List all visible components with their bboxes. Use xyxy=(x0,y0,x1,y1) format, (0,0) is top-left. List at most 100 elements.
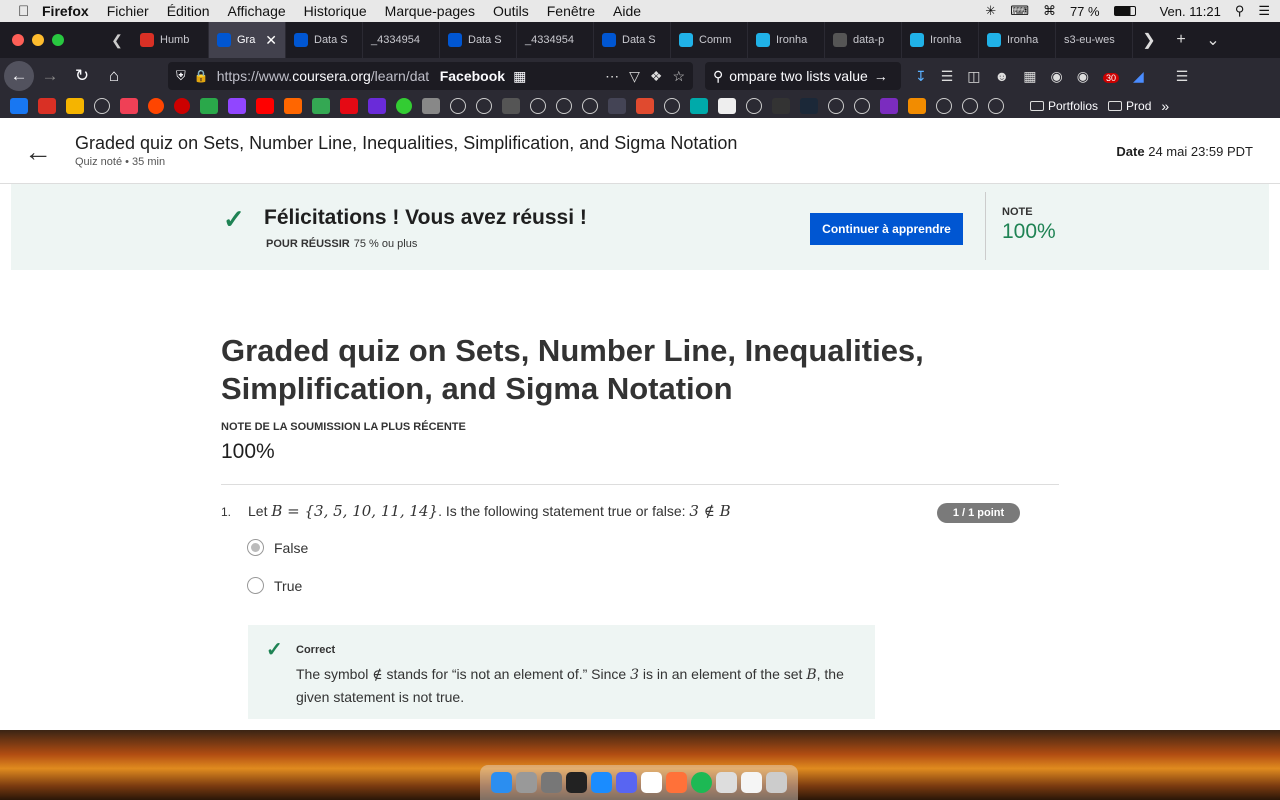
bookmark-folder-prod[interactable]: Prod xyxy=(1108,99,1151,113)
sidebar-icon[interactable]: ◫ xyxy=(967,68,980,85)
option-true[interactable]: True xyxy=(247,577,302,594)
close-window-button[interactable] xyxy=(12,34,24,46)
bookmark-globe-icon[interactable] xyxy=(582,98,598,114)
search-go-icon[interactable]: → xyxy=(874,68,888,84)
extension-grid-icon[interactable]: ▦ xyxy=(1023,68,1036,85)
bookmark-globe-icon[interactable] xyxy=(962,98,978,114)
search-bar[interactable]: ⚲ ompare two lists value → xyxy=(705,62,901,90)
bookmark-globe-icon[interactable] xyxy=(746,98,762,114)
browser-tab[interactable]: Data S xyxy=(286,22,363,58)
search-input[interactable]: ompare two lists value xyxy=(729,68,868,84)
forward-button[interactable]: → xyxy=(34,60,66,92)
menu-app-name[interactable]: Firefox xyxy=(42,3,89,19)
ublock-icon[interactable]: 30 xyxy=(1102,68,1119,84)
menu-fenetre[interactable]: Fenêtre xyxy=(547,3,595,19)
bookmark-pocket-icon[interactable] xyxy=(120,98,138,114)
menu-fichier[interactable]: Fichier xyxy=(107,3,149,19)
bookmark-globe-icon[interactable] xyxy=(556,98,572,114)
spotify-icon[interactable] xyxy=(691,772,712,793)
minimize-window-button[interactable] xyxy=(32,34,44,46)
bookmark-dark-icon[interactable] xyxy=(772,98,790,114)
extension-icon[interactable]: ◉ xyxy=(1051,68,1063,85)
menu-aide[interactable]: Aide xyxy=(613,3,641,19)
bookmark-twitch-icon[interactable] xyxy=(228,98,246,114)
document-icon[interactable] xyxy=(741,772,762,793)
bookmark-drive-icon[interactable] xyxy=(312,98,330,114)
option-false[interactable]: False xyxy=(247,539,308,556)
bookmark-globe-icon[interactable] xyxy=(828,98,844,114)
bookmark-rss-icon[interactable] xyxy=(908,98,926,114)
facebook-grid-icon[interactable]: ▦ xyxy=(513,68,526,85)
new-tab-button[interactable]: + xyxy=(1165,31,1197,49)
bookmark-d-icon[interactable] xyxy=(636,98,654,114)
bookmark-reddit-icon[interactable] xyxy=(148,98,164,114)
browser-tab[interactable]: Ironha xyxy=(748,22,825,58)
bookmark-green-icon[interactable] xyxy=(396,98,412,114)
browser-tab[interactable]: Humb xyxy=(132,22,209,58)
terminal-icon[interactable] xyxy=(566,772,587,793)
bookmark-gmail-icon[interactable] xyxy=(38,98,56,114)
tab-scroll-left-icon[interactable]: ❮ xyxy=(102,32,132,49)
bookmark-globe-icon[interactable] xyxy=(450,98,466,114)
bookmark-netflix-icon[interactable] xyxy=(340,98,358,114)
spotlight-search-icon[interactable]: ⚲ xyxy=(1235,3,1245,19)
menu-historique[interactable]: Historique xyxy=(304,3,367,19)
wifi-icon[interactable]: ⌘ xyxy=(1043,3,1056,19)
bookmark-folder-portfolios[interactable]: Portfolios xyxy=(1030,99,1098,113)
bookmark-puzzle-icon[interactable] xyxy=(608,98,626,114)
bookmark-youtube-icon[interactable] xyxy=(256,98,274,114)
launchpad-icon[interactable] xyxy=(516,772,537,793)
bookmark-window-icon[interactable] xyxy=(422,98,440,114)
bookmark-globe-icon[interactable] xyxy=(94,98,110,114)
menu-edition[interactable]: Édition xyxy=(167,3,210,19)
bookmark-purple-icon[interactable] xyxy=(368,98,386,114)
extension-owl-icon[interactable]: ◉ xyxy=(1077,68,1089,85)
url-text[interactable]: https://www.coursera.org/learn/dat xyxy=(217,68,432,84)
finder-icon[interactable] xyxy=(491,772,512,793)
library-icon[interactable]: ☰ xyxy=(941,68,954,85)
page-actions-icon[interactable]: ⋯ xyxy=(605,68,619,85)
back-button[interactable]: ← xyxy=(4,61,34,91)
system-preferences-icon[interactable] xyxy=(541,772,562,793)
continue-learning-button[interactable]: Continuer à apprendre xyxy=(810,213,963,245)
radio-unselected[interactable] xyxy=(247,577,264,594)
discord-icon[interactable] xyxy=(616,772,637,793)
bookmark-keep-icon[interactable] xyxy=(66,98,84,114)
bookmark-star-icon[interactable] xyxy=(200,98,218,114)
bookmark-globe-icon[interactable] xyxy=(936,98,952,114)
back-arrow-icon[interactable]: ← xyxy=(24,136,52,168)
close-tab-icon[interactable]: ✕ xyxy=(265,32,277,49)
home-button[interactable]: ⌂ xyxy=(98,60,130,92)
bookmark-steam-icon[interactable] xyxy=(800,98,818,114)
radio-selected[interactable] xyxy=(247,539,264,556)
clock[interactable]: Ven. 11:21 xyxy=(1160,4,1221,19)
downloads-icon[interactable]: ↧ xyxy=(915,68,927,85)
bookmark-teal-icon[interactable] xyxy=(690,98,708,114)
bookmark-play-icon[interactable] xyxy=(502,98,520,114)
menu-affichage[interactable]: Affichage xyxy=(228,3,286,19)
pocket-icon[interactable]: ▽ xyxy=(629,68,640,85)
app-menu-icon[interactable]: ☰ xyxy=(1176,68,1189,85)
bluetooth-icon[interactable]: ✳ xyxy=(985,3,996,19)
extension-blue-icon[interactable]: ◢ xyxy=(1133,68,1144,85)
app-store-icon[interactable] xyxy=(591,772,612,793)
firefox-icon[interactable] xyxy=(666,772,687,793)
bookmark-globe-icon[interactable] xyxy=(476,98,492,114)
bookmark-facebook-icon[interactable] xyxy=(10,98,28,114)
browser-tab[interactable]: data-p xyxy=(825,22,902,58)
bookmark-square-icon[interactable] xyxy=(718,98,736,114)
account-icon[interactable]: ☻ xyxy=(995,68,1010,84)
browser-tab[interactable]: Data S xyxy=(594,22,671,58)
browser-tab[interactable]: _4334954 xyxy=(517,22,594,58)
tracking-shield-icon[interactable]: ⛨ xyxy=(176,68,186,84)
browser-tab[interactable]: Gra ✕ xyxy=(209,22,286,58)
menu-outils[interactable]: Outils xyxy=(493,3,529,19)
battery-icon[interactable] xyxy=(1113,6,1136,16)
bookmark-globe-icon[interactable] xyxy=(530,98,546,114)
battery-percent[interactable]: 77 % xyxy=(1070,4,1100,19)
tag-icon[interactable]: ❖ xyxy=(650,68,663,85)
browser-tab[interactable]: Ironha xyxy=(902,22,979,58)
facebook-bookmarklet[interactable]: Facebook xyxy=(440,68,505,84)
bookmark-opera-icon[interactable] xyxy=(174,98,190,114)
bookmark-star-icon[interactable]: ☆ xyxy=(672,68,685,85)
